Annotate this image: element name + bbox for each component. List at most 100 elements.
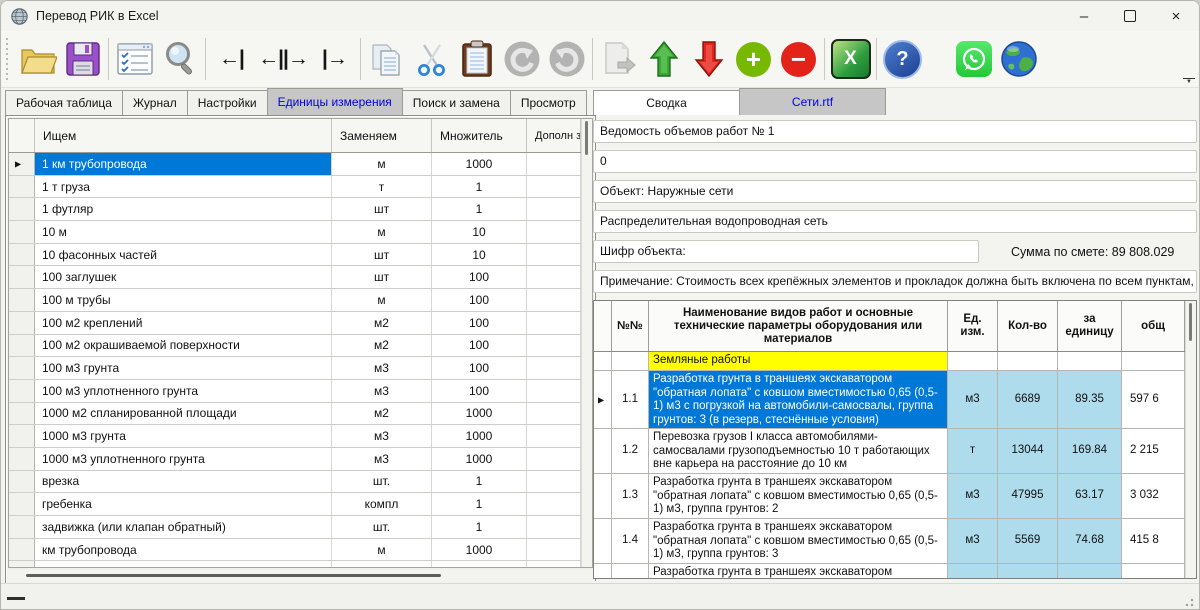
move-up-button[interactable] [641, 35, 686, 83]
units-table-row[interactable]: 1000 м2 спланированной площади м2 1000 [9, 403, 581, 426]
row-selector-cell[interactable] [9, 539, 35, 561]
cell-search[interactable]: 1000 м3 грунта [35, 425, 332, 447]
row-selector-cell[interactable] [9, 425, 35, 447]
minimize-button[interactable]: – [1061, 1, 1107, 31]
cut-button[interactable] [409, 35, 454, 83]
header-name[interactable]: Наименование видов работ и основные техн… [649, 301, 948, 351]
units-table-row[interactable]: 1000 м3 уплотненного грунта м3 1000 [9, 448, 581, 471]
cell-search[interactable]: 100 м трубы [35, 289, 332, 311]
header-extra[interactable]: Дополн значени [527, 119, 581, 152]
cell-num[interactable]: 1.3 [612, 474, 649, 518]
add-row-button[interactable]: + [731, 35, 776, 83]
cell-replace[interactable]: м [332, 289, 432, 311]
left-tab[interactable]: Рабочая таблица [5, 90, 123, 115]
cell-replace[interactable]: шт. [332, 471, 432, 493]
undo-button[interactable] [499, 35, 544, 83]
cell-replace[interactable]: шт [332, 244, 432, 266]
export-document-button[interactable] [596, 35, 641, 83]
units-table-row[interactable]: 100 м2 креплений м2 100 [9, 312, 581, 335]
works-table-row[interactable]: 1.1 Разработка грунта в траншеях экскава… [594, 371, 1185, 429]
cell-replace[interactable]: м2 [332, 335, 432, 357]
cell-multiplier[interactable]: 1 [432, 561, 527, 567]
cell-unit[interactable] [948, 352, 998, 370]
cell-multiplier[interactable]: 1000 [432, 153, 527, 175]
cell-num[interactable] [612, 352, 649, 370]
cell-multiplier[interactable]: 100 [432, 266, 527, 288]
cell-search[interactable]: 100 м3 грунта [35, 357, 332, 379]
header-multiplier[interactable]: Множитель [432, 119, 527, 152]
header-num[interactable]: №№ [612, 301, 649, 351]
header-unit[interactable]: Ед. изм. [948, 301, 998, 351]
export-excel-button[interactable]: X [828, 35, 873, 83]
works-table-row[interactable]: 1.3 Разработка грунта в траншеях экскава… [594, 474, 1185, 519]
cell-extra[interactable] [527, 380, 581, 402]
works-table-row[interactable]: 1.4 Разработка грунта в траншеях экскава… [594, 519, 1185, 564]
row-selector-cell[interactable] [9, 198, 35, 220]
collapse-left-button[interactable]: ←| [209, 35, 254, 83]
cell-multiplier[interactable]: 100 [432, 289, 527, 311]
cell-unit[interactable]: т [948, 429, 998, 473]
expand-columns-button[interactable]: ←||→ [254, 35, 312, 83]
row-selector-cell[interactable] [9, 244, 35, 266]
cell-total[interactable] [1122, 352, 1185, 370]
cell-extra[interactable] [527, 539, 581, 561]
search-button[interactable] [157, 35, 202, 83]
left-tab[interactable]: Поиск и замена [402, 90, 511, 115]
row-selector-cell[interactable] [9, 448, 35, 470]
cell-total[interactable]: 415 8 [1122, 519, 1185, 563]
units-table-row[interactable]: 100 м2 окрашиваемой поверхности м2 100 [9, 335, 581, 358]
cell-replace[interactable]: т [332, 561, 432, 567]
cell-multiplier[interactable]: 1 [432, 493, 527, 515]
cell-total[interactable]: 597 6 [1122, 371, 1185, 428]
cell-per-unit[interactable]: 169.84 [1058, 429, 1122, 473]
cell-total[interactable]: 2 215 [1122, 429, 1185, 473]
row-selector-cell[interactable] [594, 519, 612, 563]
row-selector-cell[interactable] [9, 493, 35, 515]
save-button[interactable] [60, 35, 105, 83]
cell-multiplier[interactable]: 10 [432, 244, 527, 266]
cell-per-unit[interactable]: 88.01 [1058, 564, 1122, 578]
row-selector-cell[interactable] [594, 352, 612, 370]
cell-name[interactable]: Разработка грунта в траншеях экскаваторо… [649, 474, 948, 518]
works-vertical-scrollbar[interactable] [1185, 301, 1196, 578]
units-table-row[interactable]: км трубопровода м 1000 [9, 539, 581, 562]
right-tab[interactable]: Сводка [593, 90, 740, 115]
cell-extra[interactable] [527, 471, 581, 493]
whatsapp-button[interactable] [951, 35, 996, 83]
units-table-row[interactable]: задвижка (или клапан обратный) шт. 1 [9, 516, 581, 539]
cell-search[interactable]: 1 км трубопровода [35, 153, 332, 175]
cell-search[interactable]: 1000 м2 спланированной площади [35, 403, 332, 425]
cell-num[interactable]: 1.1 [612, 371, 649, 428]
cell-name[interactable]: Разработка грунта в траншеях экскаваторо… [649, 371, 948, 428]
row-selector-cell[interactable] [9, 289, 35, 311]
cell-extra[interactable] [527, 153, 581, 175]
move-down-button[interactable] [686, 35, 731, 83]
cell-search[interactable]: 100 м2 окрашиваемой поверхности [35, 335, 332, 357]
row-selector-cell[interactable] [594, 429, 612, 473]
units-horizontal-scrollbar[interactable] [8, 570, 593, 582]
cell-multiplier[interactable]: 100 [432, 335, 527, 357]
left-tab[interactable]: Просмотр [510, 90, 587, 115]
row-selector-cell[interactable] [9, 266, 35, 288]
row-selector-cell[interactable] [594, 371, 612, 428]
remove-row-button[interactable]: − [776, 35, 821, 83]
units-table-row[interactable]: 10 м м 10 [9, 221, 581, 244]
header-total[interactable]: общ [1122, 301, 1185, 351]
cell-replace[interactable]: компл [332, 493, 432, 515]
cell-extra[interactable] [527, 289, 581, 311]
units-table-row[interactable]: 1 т груза т 1 [9, 176, 581, 199]
units-table-row[interactable]: 1 км трубопровода м 1000 [9, 153, 581, 176]
open-file-button[interactable] [15, 35, 60, 83]
header-qty[interactable]: Кол-во [998, 301, 1058, 351]
row-selector-cell[interactable] [9, 335, 35, 357]
cell-multiplier[interactable]: 1000 [432, 539, 527, 561]
units-table-row[interactable]: 1000 м3 грунта м3 1000 [9, 425, 581, 448]
units-table-row[interactable]: 10 фасонных частей шт 10 [9, 244, 581, 267]
units-table-row[interactable]: 100 м3 грунта м3 100 [9, 357, 581, 380]
cell-replace[interactable]: м [332, 153, 432, 175]
row-selector-cell[interactable] [9, 176, 35, 198]
cell-unit[interactable]: м3 [948, 519, 998, 563]
cell-num[interactable]: 1.5 [612, 564, 649, 578]
object-field[interactable]: Объект: Наружные сети [593, 180, 1197, 203]
left-tab[interactable]: Настройки [187, 90, 268, 115]
